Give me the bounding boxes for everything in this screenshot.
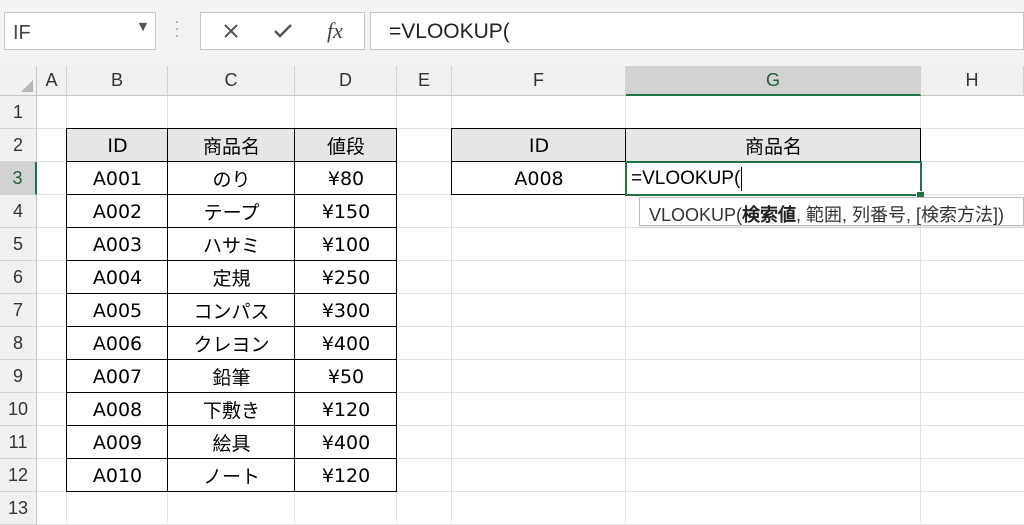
product-table-cell[interactable]: 定規 — [168, 261, 295, 294]
tooltip-other-arguments: , 範囲, 列番号, [検索方法]) — [796, 205, 1005, 225]
enter-button[interactable] — [261, 13, 305, 49]
row-header-13[interactable]: 13 — [0, 492, 37, 525]
product-table-header[interactable]: 値段 — [295, 129, 397, 162]
tooltip-function-name[interactable]: VLOOKUP( — [649, 205, 742, 225]
product-table-header[interactable]: 商品名 — [168, 129, 295, 162]
product-table-cell[interactable]: ハサミ — [168, 228, 295, 261]
function-tooltip[interactable]: VLOOKUP(検索値, 範囲, 列番号, [検索方法]) — [639, 197, 1024, 226]
product-table-cell[interactable]: A009 — [67, 426, 168, 459]
product-table-cell[interactable]: コンパス — [168, 294, 295, 327]
product-table-cell[interactable]: ¥120 — [295, 393, 397, 426]
close-icon — [224, 24, 238, 38]
formula-input[interactable]: =VLOOKUP( — [370, 12, 1024, 50]
row-header-5[interactable]: 5 — [0, 228, 37, 261]
product-table-cell[interactable]: テープ — [168, 195, 295, 228]
separator-dots-icon: · · · — [174, 15, 180, 45]
column-header-c[interactable]: C — [168, 66, 295, 96]
row-header-4[interactable]: 4 — [0, 195, 37, 228]
row-header-11[interactable]: 11 — [0, 426, 37, 459]
product-table-cell[interactable]: A008 — [67, 393, 168, 426]
product-table-cell[interactable]: A007 — [67, 360, 168, 393]
product-table-cell[interactable]: A004 — [67, 261, 168, 294]
product-table-cell[interactable]: 下敷き — [168, 393, 295, 426]
row-header-1[interactable]: 1 — [0, 96, 37, 129]
product-table-cell[interactable]: A001 — [67, 162, 168, 195]
name-box[interactable]: IF — [4, 12, 156, 50]
spreadsheet-grid[interactable]: ABCDEFGH 1 2 3 4 5 6 7 8 9 10 11 12 13 ID 商品名 値段 A001 のり… — [0, 66, 1024, 525]
column-header-h[interactable]: H — [921, 66, 1024, 96]
row-header-10[interactable]: 10 — [0, 393, 37, 426]
column-header-e[interactable]: E — [397, 66, 452, 96]
product-table-cell[interactable]: ¥400 — [295, 327, 397, 360]
insert-function-button[interactable]: fx — [313, 13, 357, 49]
select-all-icon — [21, 80, 33, 92]
cancel-button[interactable] — [209, 13, 253, 49]
column-header-d[interactable]: D — [295, 66, 397, 96]
select-all-corner[interactable] — [0, 66, 37, 96]
row-header-6[interactable]: 6 — [0, 261, 37, 294]
product-table-cell[interactable]: ¥400 — [295, 426, 397, 459]
column-header-g[interactable]: G — [626, 66, 921, 96]
product-table-cell[interactable]: A010 — [67, 459, 168, 492]
column-header-b[interactable]: B — [67, 66, 168, 96]
product-table-cell[interactable]: クレヨン — [168, 327, 295, 360]
row-header-7[interactable]: 7 — [0, 294, 37, 327]
product-table-cell[interactable]: ¥100 — [295, 228, 397, 261]
product-table-cell[interactable]: ¥250 — [295, 261, 397, 294]
check-icon — [274, 24, 292, 38]
tooltip-current-argument[interactable]: 検索値 — [742, 205, 796, 225]
text-caret — [741, 166, 743, 191]
product-table-cell[interactable]: A002 — [67, 195, 168, 228]
product-table-cell[interactable]: A003 — [67, 228, 168, 261]
chevron-down-icon[interactable]: ▼ — [136, 20, 150, 34]
formula-buttons: fx — [200, 12, 365, 50]
row-header-9[interactable]: 9 — [0, 360, 37, 393]
product-table-cell[interactable]: ¥120 — [295, 459, 397, 492]
product-table-cell[interactable]: ¥80 — [295, 162, 397, 195]
product-table-cell[interactable]: A006 — [67, 327, 168, 360]
row-header-12[interactable]: 12 — [0, 459, 37, 492]
row-header-3[interactable]: 3 — [0, 162, 37, 195]
row-header-8[interactable]: 8 — [0, 327, 37, 360]
lookup-table-header[interactable]: 商品名 — [626, 129, 921, 162]
product-table-cell[interactable]: のり — [168, 162, 295, 195]
product-table-cell[interactable]: 鉛筆 — [168, 360, 295, 393]
active-cell-text: =VLOOKUP( — [631, 166, 743, 191]
active-cell[interactable]: =VLOOKUP( — [625, 161, 922, 196]
product-table-cell[interactable]: A005 — [67, 294, 168, 327]
product-table-cell[interactable]: ¥150 — [295, 195, 397, 228]
column-header-f[interactable]: F — [452, 66, 626, 96]
product-table-cell[interactable]: ノート — [168, 459, 295, 492]
product-table-cell[interactable]: 絵具 — [168, 426, 295, 459]
lookup-id-cell[interactable]: A008 — [452, 162, 626, 195]
product-table-header[interactable]: ID — [67, 129, 168, 162]
row-header-2[interactable]: 2 — [0, 129, 37, 162]
product-table-cell[interactable]: ¥300 — [295, 294, 397, 327]
lookup-table-header[interactable]: ID — [452, 129, 626, 162]
product-table-cell[interactable]: ¥50 — [295, 360, 397, 393]
column-header-a[interactable]: A — [37, 66, 67, 96]
